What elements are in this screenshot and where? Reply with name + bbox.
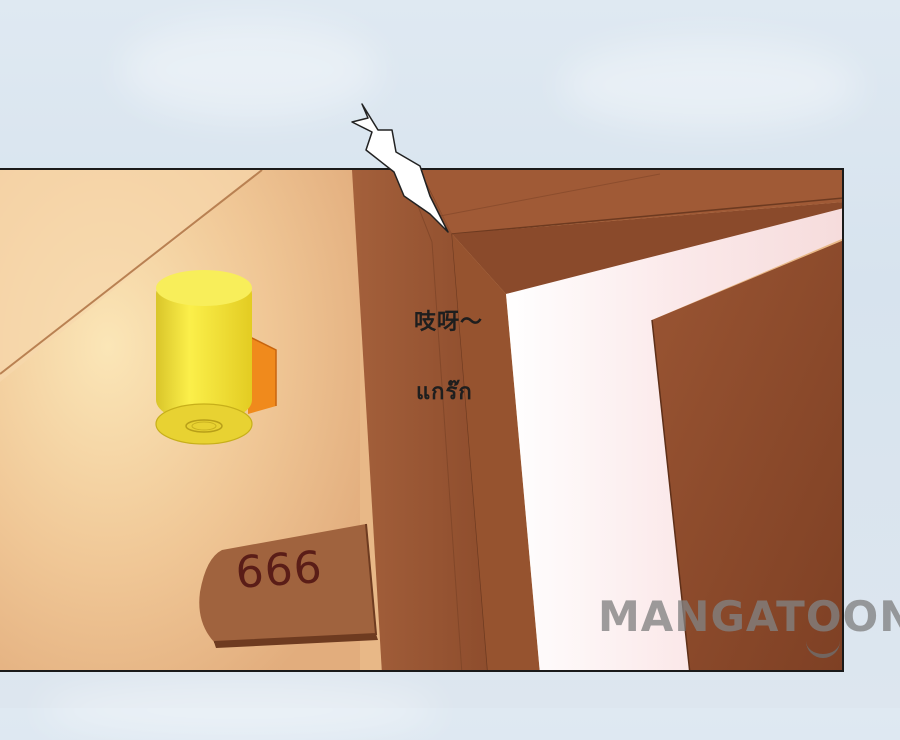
door-plaque-number: 666 <box>234 541 325 599</box>
sky-cloud <box>560 40 860 130</box>
sound-effect-chinese: 吱呀～ <box>414 310 484 335</box>
sound-effect-thai: แกร๊ก <box>416 380 473 405</box>
sky-cloud <box>40 680 440 740</box>
lamp-base <box>155 403 253 445</box>
sky-cloud <box>120 20 380 120</box>
mangatoon-watermark: MANGATOON <box>598 592 900 641</box>
